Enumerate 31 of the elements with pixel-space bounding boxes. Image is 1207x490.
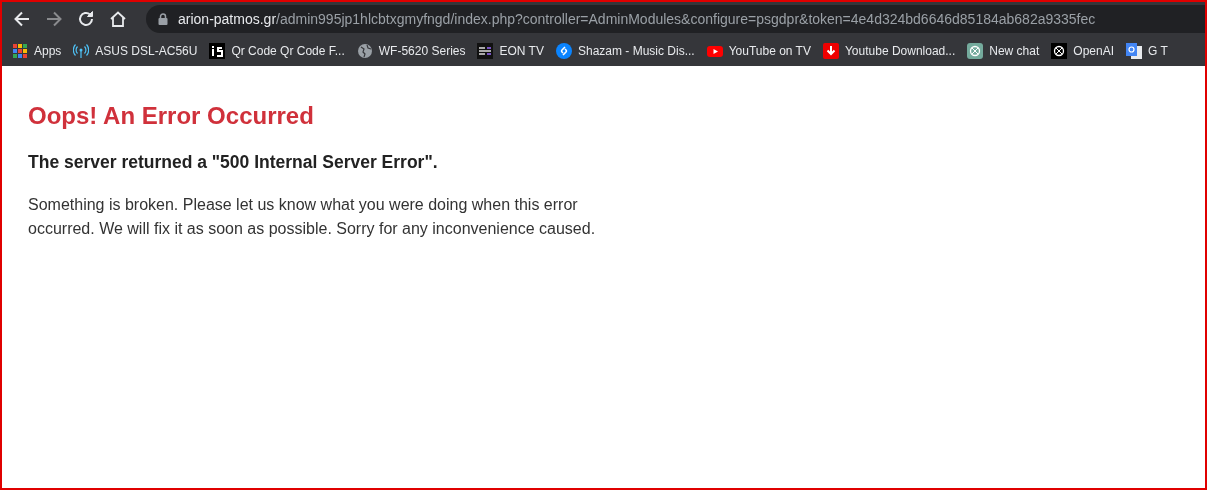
lines-icon <box>477 43 494 59</box>
reload-icon[interactable] <box>76 9 96 29</box>
bookmark[interactable]: Qr Code Qr Code F... <box>209 43 345 59</box>
translate-icon <box>1126 43 1142 59</box>
bookmark[interactable]: Youtube Download... <box>822 43 956 59</box>
logo-icon <box>209 43 226 59</box>
download-icon <box>822 43 839 59</box>
knot-icon <box>967 43 984 59</box>
bookmark[interactable]: G T <box>1126 43 1168 59</box>
apps-icon <box>12 43 28 59</box>
url-text: arion-patmos.gr/admin995jp1hlcbtxgmyfngd/index.php?controller=AdminModules&configure=psgdpr&token=4e4d324bd6646d85184ab682a9335fec <box>178 11 1096 27</box>
globe-icon <box>356 43 373 59</box>
bookmark[interactable]: EON TV <box>477 43 544 59</box>
bookmark[interactable]: New chat <box>967 43 1040 59</box>
error-subtitle: The server returned a "500 Internal Server Error". <box>28 152 439 173</box>
bookmark[interactable]: Apps <box>12 43 62 59</box>
bookmark[interactable]: WF-5620 Series <box>356 43 466 59</box>
shazam-icon <box>555 43 572 59</box>
back-icon[interactable] <box>12 9 32 29</box>
error-title: Oops! An Error Occurred <box>28 102 315 130</box>
bookmark[interactable]: Shazam - Music Dis... <box>555 43 695 59</box>
knot-icon <box>1051 43 1068 59</box>
play-icon <box>706 43 723 59</box>
address-bar[interactable]: arion-patmos.gr/admin995jp1hlcbtxgmyfngd/index.php?controller=AdminModules&configure=psgdpr&token=4e4d324bd6646d85184ab682a9335fec <box>146 5 1205 33</box>
bookmark[interactable]: OpenAI <box>1051 43 1114 59</box>
bookmark[interactable]: ASUS DSL-AC56U <box>73 43 198 59</box>
antenna-icon <box>73 43 90 59</box>
error-message: Something is broken. Please let us know what you were doing when this error occurred. We will fix it as soon as possible. Sorry for any inconvenience caused. <box>28 195 597 239</box>
bookmark[interactable]: YouTube on TV <box>706 43 811 59</box>
lock-icon <box>158 13 168 25</box>
home-icon[interactable] <box>108 9 128 29</box>
